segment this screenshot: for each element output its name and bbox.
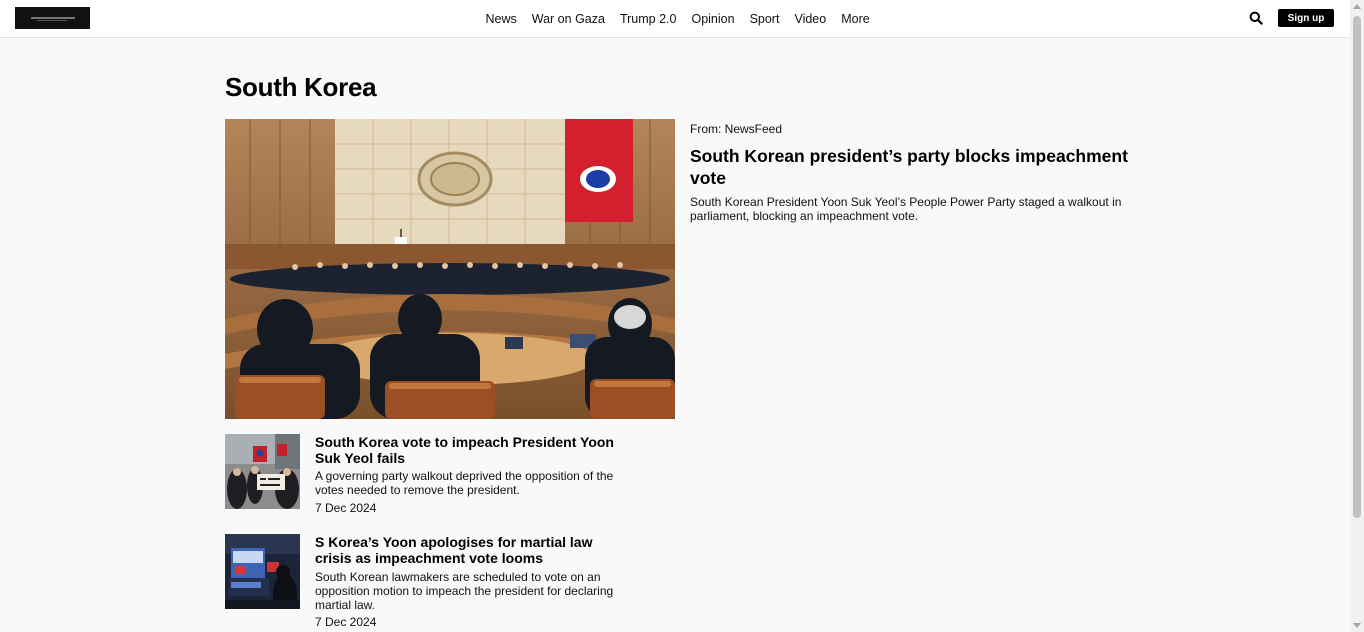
search-icon[interactable] xyxy=(1249,11,1263,25)
nav-item-trump[interactable]: Trump 2.0 xyxy=(612,12,684,26)
page-scrollbar[interactable] xyxy=(1350,0,1364,632)
site-logo[interactable] xyxy=(15,7,90,29)
scroll-up-arrow-icon[interactable] xyxy=(1353,4,1361,9)
nav-item-more[interactable]: More xyxy=(834,12,877,26)
list-item[interactable]: S Korea’s Yoon apologises for martial la… xyxy=(225,534,625,632)
main-nav: News War on Gaza Trump 2.0 Opinion Sport… xyxy=(478,0,877,37)
site-header: News War on Gaza Trump 2.0 Opinion Sport… xyxy=(0,0,1350,38)
scroll-thumb[interactable] xyxy=(1353,16,1361,518)
story-thumbnail[interactable] xyxy=(225,534,300,609)
signup-button[interactable]: Sign up xyxy=(1278,9,1334,27)
logo-mark-line xyxy=(37,20,67,21)
scroll-down-arrow-icon[interactable] xyxy=(1353,623,1361,628)
story-summary: A governing party walkout deprived the o… xyxy=(315,469,614,497)
story-headline[interactable]: South Korea vote to impeach President Yo… xyxy=(315,434,620,466)
nav-item-video[interactable]: Video xyxy=(787,12,834,26)
nav-item-opinion[interactable]: Opinion xyxy=(684,12,742,26)
nav-item-news[interactable]: News xyxy=(478,12,524,26)
page-title: South Korea xyxy=(225,72,377,102)
featured-summary: South Korean President Yoon Suk Yeol’s P… xyxy=(690,195,1122,223)
story-summary: South Korean lawmakers are scheduled to … xyxy=(315,570,614,612)
logo-mark xyxy=(30,17,76,19)
list-item[interactable]: South Korea vote to impeach President Yo… xyxy=(225,434,625,516)
featured-image[interactable] xyxy=(225,119,675,419)
story-headline[interactable]: S Korea’s Yoon apologises for martial la… xyxy=(315,534,620,566)
story-date: 7 Dec 2024 xyxy=(315,615,377,629)
story-thumbnail[interactable] xyxy=(225,434,300,509)
story-date: 7 Dec 2024 xyxy=(315,501,377,515)
featured-source: From: NewsFeed xyxy=(690,122,783,136)
nav-item-war-on-gaza[interactable]: War on Gaza xyxy=(524,12,612,26)
nav-item-sport[interactable]: Sport xyxy=(742,12,787,26)
featured-headline[interactable]: South Korean president’s party blocks im… xyxy=(690,145,1130,189)
